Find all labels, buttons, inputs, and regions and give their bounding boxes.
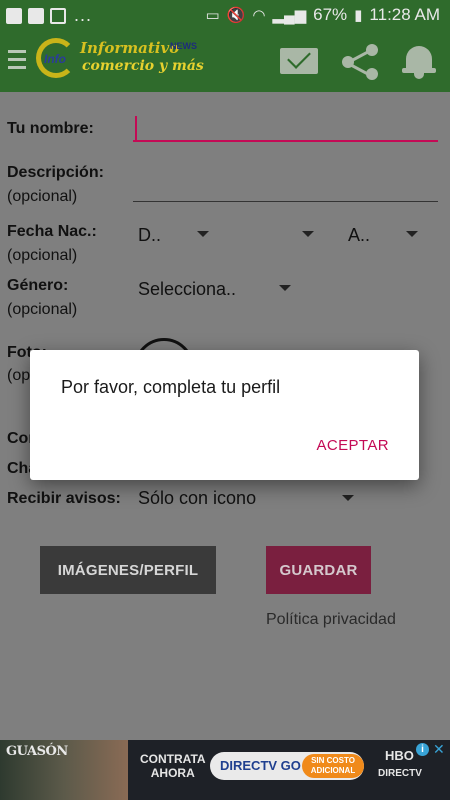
ad-info-icon[interactable]: i	[416, 743, 429, 756]
birth-day-chevron-icon	[197, 231, 209, 237]
logo-news: NEWS	[170, 41, 197, 51]
birth-year-select[interactable]: A..	[348, 225, 370, 246]
logo-subtitle: comercio y más	[82, 58, 204, 74]
battery-percent: 67%	[313, 5, 348, 24]
text-cursor	[135, 116, 137, 140]
name-input[interactable]	[133, 114, 438, 142]
logo-title: Informativo	[80, 39, 180, 57]
complete-profile-dialog: Por favor, completa tu perfil ACEPTAR	[30, 350, 419, 480]
ad-directv-logo: DIRECTV	[378, 768, 422, 779]
birthdate-label: Fecha Nac.:	[7, 223, 97, 240]
signal-icon: ▂▄▆	[272, 7, 307, 24]
ad-image: GUASÓN	[0, 740, 128, 800]
privacy-link[interactable]: Política privacidad	[266, 611, 396, 629]
ad-close-icon[interactable]: ✕	[433, 741, 445, 758]
birth-day-select[interactable]: D..	[138, 225, 161, 246]
status-bar: ... ▭ 🔇 ◠ ▂▄▆ 67% ▮ 11:28 AM	[0, 0, 450, 30]
share-icon[interactable]	[338, 42, 380, 80]
name-label: Tu nombre:	[7, 120, 94, 137]
gender-label: Género:	[7, 277, 69, 294]
mute-icon: 🔇	[226, 7, 246, 24]
more-notifications: ...	[74, 5, 93, 25]
bell-icon[interactable]	[400, 42, 442, 80]
dialog-message: Por favor, completa tu perfil	[61, 377, 281, 397]
wifi-icon: ◠	[252, 7, 266, 24]
ad-directv-go: DIRECTV GO	[220, 758, 301, 773]
app-bar: Info Informativo NEWS comercio y más	[0, 30, 450, 92]
image-notification-icon	[50, 7, 66, 24]
birth-year-chevron-icon	[406, 231, 418, 237]
gender-select[interactable]: Selecciona..	[138, 279, 236, 300]
clock: 11:28 AM	[369, 5, 440, 24]
notify-chevron-icon	[342, 495, 354, 501]
save-button[interactable]: GUARDAR	[266, 546, 371, 594]
mail-icon[interactable]	[278, 42, 320, 80]
photo-optional: (op	[7, 367, 31, 384]
status-left: ...	[6, 5, 92, 26]
notify-label: Recibir avisos:	[7, 490, 121, 507]
ad-costo-badge: SIN COSTO ADICIONAL	[302, 754, 364, 778]
birth-month-chevron-icon[interactable]	[302, 231, 314, 237]
birthdate-optional: (opcional)	[7, 247, 78, 264]
menu-icon[interactable]	[8, 50, 26, 70]
ad-ahora: AHORA	[150, 766, 195, 780]
cast-icon: ▭	[205, 7, 220, 24]
logo-info-text: Info	[44, 52, 66, 66]
ad-movie-title: GUASÓN	[6, 744, 68, 759]
heart-notification-icon	[6, 7, 22, 24]
battery-icon: ▮	[354, 7, 363, 24]
description-optional: (opcional)	[7, 188, 78, 205]
images-profile-button[interactable]: IMÁGENES/PERFIL	[40, 546, 216, 594]
ad-banner[interactable]: GUASÓN CONTRATA AHORA DIRECTV GO SIN COS…	[0, 740, 450, 800]
ad-contrata: CONTRATA	[140, 752, 206, 766]
description-label: Descripción:	[7, 164, 104, 181]
facebook-icon	[28, 7, 44, 24]
accept-button[interactable]: ACEPTAR	[316, 437, 389, 454]
ad-cta-text: CONTRATA AHORA	[140, 752, 206, 780]
ad-hbo-logo: HBO	[385, 748, 414, 763]
description-input[interactable]	[133, 174, 438, 202]
ad-directv-pill: DIRECTV GO SIN COSTO ADICIONAL	[210, 752, 364, 780]
gender-chevron-icon	[279, 285, 291, 291]
status-right: ▭ 🔇 ◠ ▂▄▆ 67% ▮ 11:28 AM	[205, 5, 440, 25]
notify-select[interactable]: Sólo con icono	[138, 488, 256, 509]
gender-optional: (opcional)	[7, 301, 78, 318]
